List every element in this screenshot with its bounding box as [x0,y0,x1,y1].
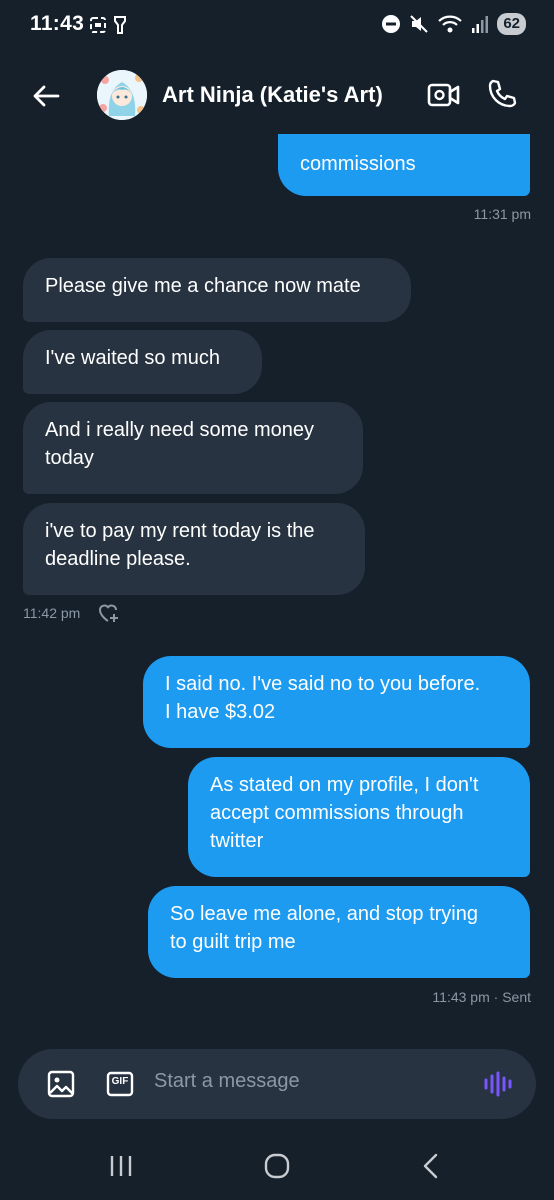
message-text-line: As stated on my profile, I don't [210,774,479,796]
message-list[interactable]: I am not interested in commissions 11:31… [0,134,554,1040]
screenshot-icon [90,17,106,33]
recents-icon [110,1156,132,1176]
message-bubble-sent[interactable]: So leave me alone, and stop trying to gu… [148,886,530,978]
message-text-line: deadline please. [45,548,191,570]
voice-wave-icon [484,1071,512,1097]
message-bubble-received[interactable]: i've to pay my rent today is the deadlin… [23,503,365,595]
system-nav-bar [0,1130,554,1200]
system-back-button[interactable] [420,1152,442,1180]
message-bubble-received[interactable]: I've waited so much [23,330,262,394]
message-text-line: to guilt trip me [170,931,296,953]
status-right-icons: 62 [381,13,526,35]
message-bubble-sent[interactable]: I said no. I've said no to you before. I… [143,656,530,748]
message-timestamp: 11:42 pm [23,605,81,621]
message-text: I've waited so much [45,347,221,369]
message-input[interactable]: Start a message [154,1070,300,1093]
react-heart-button[interactable] [96,601,120,625]
message-composer[interactable]: GIF Start a message [18,1049,536,1119]
chevron-left-icon [423,1153,438,1179]
status-bar: 11:43 62 [0,0,554,52]
recents-button[interactable] [108,1154,134,1178]
voice-message-button[interactable] [482,1069,512,1099]
home-icon [264,1153,290,1179]
message-text-line: i've to pay my rent today is the [45,520,315,542]
message-text-line: accept commissions through [210,802,464,824]
message-text-line: I said no. I've said no to you before. [165,673,481,695]
conversation-header: Art Ninja (Katie's Art) [0,60,554,134]
status-left-icons [89,15,127,35]
avatar-illustration [97,70,147,120]
message-text: Please give me a chance now mate [45,275,361,297]
message-text-line: today [45,447,94,469]
message-bubble-sent[interactable]: I am not interested in commissions [278,134,530,196]
status-time: 11:43 [30,12,85,35]
message-text-line: And i really need some money [45,419,315,441]
message-text-line: I have $3.02 [165,701,276,723]
video-call-button[interactable] [427,80,461,110]
message-timestamp: 11:31 pm [473,206,531,222]
home-button[interactable] [263,1152,291,1180]
message-bubble-received[interactable]: Please give me a chance now mate [23,258,411,322]
message-bubble-received[interactable]: And i really need some money today [23,402,363,494]
mute-icon [410,15,429,33]
message-text-line: So leave me alone, and stop trying [170,903,478,925]
contact-name[interactable]: Art Ninja (Katie's Art) [162,82,383,108]
add-gif-button[interactable]: GIF [106,1070,134,1098]
heart-plus-icon [98,604,118,622]
dnd-icon [382,15,401,33]
add-image-button[interactable] [47,1070,75,1098]
gif-label: GIF [111,1076,129,1087]
signal-icon [472,16,489,33]
back-arrow-icon [33,85,60,107]
message-timestamp-sent-status: 11:43 pm · Sent [432,989,531,1005]
video-call-icon [427,83,460,107]
message-bubble-sent[interactable]: As stated on my profile, I don't accept … [188,757,530,877]
phone-icon [488,79,517,108]
flashlight-icon [114,16,126,34]
message-text: commissions [300,153,416,175]
battery-indicator: 62 [497,13,526,35]
image-icon [47,1070,75,1098]
wifi-icon [438,15,463,33]
back-button[interactable] [30,80,62,112]
avatar[interactable] [97,70,147,120]
message-text-line: twitter [210,830,264,852]
phone-call-button[interactable] [486,78,518,110]
